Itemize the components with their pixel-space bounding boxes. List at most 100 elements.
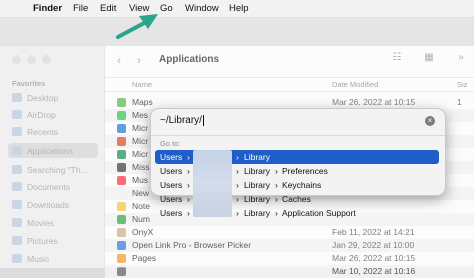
sidebar-item-label: Recents [27,126,59,137]
path-segment-leaf: Preferences [282,166,328,176]
sidebar: Favorites Desktop AirDrop Recents Applic… [0,46,105,268]
table-row[interactable]: Pages Mar 26, 2022 at 10:15 [105,252,474,265]
chevron-right-icon: › [187,194,190,204]
divider [151,135,445,136]
app-icon [117,267,126,276]
menu-edit[interactable]: Edit [100,3,116,14]
sidebar-item-label: Documents [27,181,70,192]
menu-bar: Finder File Edit View Go Window Help [0,0,474,18]
app-icon [117,228,126,237]
path-segment-library: Library [244,166,270,176]
path-segment-library: Library [244,180,270,190]
download-icon [12,200,22,209]
file-name: OnyX [132,227,154,237]
film-icon [12,218,22,227]
file-name: Micr [132,149,149,159]
column-headers: Name Date Modified Siz [105,77,474,92]
path-input[interactable]: ~/Library/ [160,115,430,129]
clear-icon[interactable]: × [425,116,435,126]
text-caret [202,115,204,126]
table-row[interactable]: OnyX Feb 11, 2022 at 14:21 [105,226,474,239]
airdrop-icon [12,110,22,119]
sidebar-item-label: Music [27,253,50,264]
chevron-right-icon: › [187,166,190,176]
app-icon [117,111,126,120]
file-date: Feb 11, 2022 at 14:21 [332,227,415,237]
close-window-button[interactable] [12,55,21,64]
file-name: Open Link Pro - Browser Picker [132,240,252,250]
photo-icon [12,236,22,245]
back-button[interactable]: ‹ [117,53,121,67]
column-header-name[interactable]: Name [132,80,152,89]
menu-window[interactable]: Window [185,3,219,14]
clock-icon [12,127,22,136]
chevron-right-icon: › [236,208,239,218]
forward-button[interactable]: › [137,53,141,67]
sidebar-item-label: Desktop [27,92,59,103]
file-name: Pages [132,253,157,263]
menu-finder[interactable]: Finder [33,3,62,14]
sidebar-item-airdrop[interactable]: AirDrop [8,107,98,122]
chevron-right-icon: › [187,180,190,190]
sidebar-item-movies[interactable]: Movies [8,215,98,230]
sidebar-item-documents[interactable]: Documents [8,179,98,194]
file-date: Mar 26, 2022 at 10:15 [332,97,416,107]
column-header-size[interactable]: Siz [457,80,467,89]
app-icon [117,124,126,133]
applications-icon [12,146,22,155]
toolbar-icons: ☷ ▦ » [384,52,474,63]
file-name: Micr [132,123,149,133]
app-icon [117,215,126,224]
file-name: Note [132,201,150,211]
chevron-right-icon: › [236,180,239,190]
chevron-right-icon: › [275,166,278,176]
minimize-window-button[interactable] [27,55,36,64]
sidebar-item-recents[interactable]: Recents [8,124,98,139]
app-icon [117,202,126,211]
zoom-window-button[interactable] [42,55,51,64]
menu-view[interactable]: View [129,3,149,14]
file-name: Mes [132,110,149,120]
sidebar-item-applications[interactable]: Applications [8,143,98,158]
file-size: 1 [457,97,462,107]
file-name: Miss [132,162,150,172]
file-date: Jan 29, 2022 at 10:00 [332,240,415,250]
menu-go[interactable]: Go [160,3,173,14]
sidebar-item-label: AirDrop [27,109,56,120]
gear-icon [12,165,22,174]
path-segment-users: Users [160,180,183,190]
sidebar-item-music[interactable]: Music [8,251,98,266]
chevron-right-icon: › [275,180,278,190]
desktop-icon [12,93,22,102]
app-icon [117,176,126,185]
chevron-right-icon: › [236,194,239,204]
redacted-username [193,150,232,217]
sidebar-item-desktop[interactable]: Desktop [8,90,98,105]
menu-help[interactable]: Help [229,3,249,14]
arrow-shaft [116,19,150,39]
table-row[interactable]: Open Link Pro - Browser Picker Jan 29, 20… [105,239,474,252]
file-name: Maps [132,97,153,107]
group-icon[interactable]: ▦ [416,52,442,63]
more-icon[interactable]: » [448,52,474,63]
window-controls [12,55,51,64]
sidebar-item-label: Pictures [27,235,58,246]
table-row[interactable]: Mar 10, 2022 at 10:16 [105,265,474,278]
column-header-date[interactable]: Date Modified [332,80,378,89]
sidebar-item-pictures[interactable]: Pictures [8,233,98,248]
path-segment-library: Library [244,194,270,204]
sidebar-item-label: Applications [27,145,73,156]
chevron-right-icon: › [187,152,190,162]
path-segment-users: Users [160,194,183,204]
sidebar-item-search[interactable]: Searching "Th... [8,162,98,177]
view-options-icon[interactable]: ☷ [384,52,410,63]
sidebar-item-label: Searching "Th... [27,164,88,175]
file-name: Num [132,214,150,224]
menu-file[interactable]: File [73,3,88,14]
path-segment-users: Users [160,166,183,176]
app-icon [117,137,126,146]
document-icon [12,182,22,191]
sidebar-item-label: Downloads [27,199,70,210]
sidebar-item-downloads[interactable]: Downloads [8,197,98,212]
chevron-right-icon: › [275,194,278,204]
